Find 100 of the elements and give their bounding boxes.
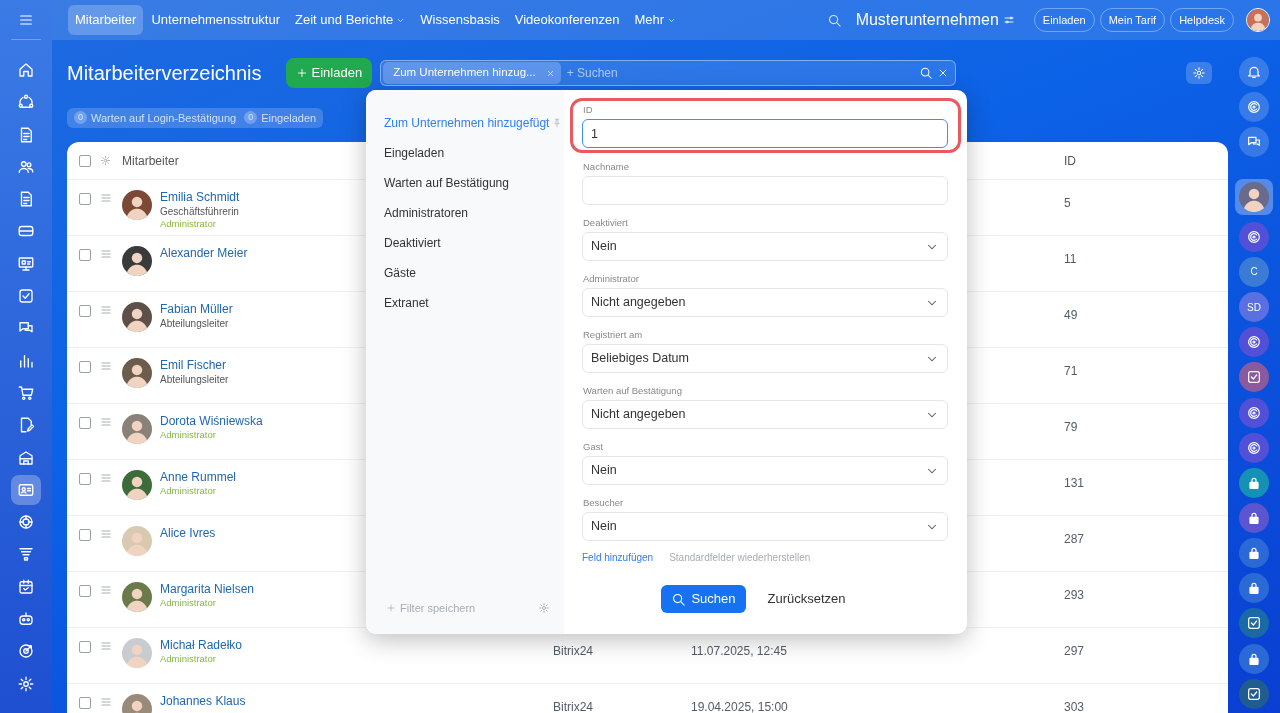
employee-name[interactable]: Alexander Meier — [160, 246, 248, 261]
reset-button[interactable]: Zurücksetzen — [761, 588, 852, 610]
swirl-icon[interactable] — [1239, 221, 1269, 252]
swirl-icon[interactable] — [1239, 397, 1269, 428]
table-cell-text: 5 — [1064, 195, 1072, 212]
drag-handle-icon[interactable] — [100, 472, 112, 484]
user-avatar[interactable] — [1246, 8, 1270, 32]
plus-icon[interactable] — [295, 67, 308, 79]
lock-icon[interactable] — [1239, 643, 1269, 674]
avatar — [122, 470, 152, 500]
avatar — [122, 582, 152, 612]
filter-preset[interactable]: Gäste — [384, 258, 564, 288]
drag-handle-icon[interactable] — [100, 248, 112, 260]
row-checkbox[interactable] — [79, 585, 91, 597]
employee-name[interactable]: Emil Fischer — [160, 358, 229, 373]
drag-handle-icon[interactable] — [100, 360, 112, 372]
counter-badge: 0 — [74, 111, 87, 125]
field-label: Warten auf Bestätigung — [583, 384, 683, 396]
employee-name[interactable]: Alice Ivres — [160, 526, 216, 541]
lock-icon[interactable] — [1239, 538, 1269, 569]
drag-handle-icon[interactable] — [100, 584, 112, 596]
row-checkbox[interactable] — [79, 417, 91, 429]
bell-icon[interactable] — [1239, 56, 1269, 87]
company-name[interactable]: Musterunternehmen — [855, 8, 999, 32]
close-icon[interactable] — [545, 68, 555, 78]
contact-card-icon[interactable] — [11, 474, 41, 505]
add-field-link[interactable]: Feld hinzufügen — [582, 550, 654, 565]
employee-name[interactable]: Johannes Klaus — [160, 694, 246, 709]
sidebar-avatar-item[interactable] — [1235, 179, 1273, 215]
row-checkbox[interactable] — [79, 361, 91, 373]
search-icon[interactable] — [671, 591, 687, 607]
lock-icon[interactable] — [1239, 502, 1269, 533]
employee-name[interactable]: Fabian Müller — [160, 302, 233, 317]
table-cell-text: 19.04.2025, 15:00 — [691, 699, 789, 713]
nav-tab[interactable]: Zeit und Berichte — [288, 5, 413, 35]
drag-handle-icon[interactable] — [100, 416, 112, 428]
drag-handle-icon[interactable] — [100, 696, 112, 708]
checkbox-icon[interactable] — [1239, 362, 1269, 393]
avatar — [122, 414, 152, 444]
swirl-icon[interactable] — [1239, 432, 1269, 463]
filter-preset[interactable]: Zum Unternehmen hinzugefügt — [384, 108, 564, 138]
employee-name[interactable]: Emilia Schmidt — [160, 190, 240, 205]
employee-name[interactable]: Margarita Nielsen — [160, 582, 255, 597]
role-label: Administrator — [160, 597, 217, 609]
nav-tab[interactable]: Mehr — [627, 5, 683, 35]
table-cell-text: 131 — [1064, 475, 1086, 492]
employee-name[interactable]: Michał Radełko — [160, 638, 243, 653]
search-icon[interactable] — [919, 66, 934, 80]
dropdown-field[interactable]: Nicht angegeben — [582, 288, 948, 317]
settings-button[interactable] — [1186, 62, 1212, 84]
row-checkbox[interactable] — [79, 473, 91, 485]
select-all-checkbox[interactable] — [79, 154, 91, 167]
gear-icon[interactable] — [1192, 66, 1206, 80]
nav-tab[interactable]: Unternehmensstruktur — [144, 5, 288, 35]
filter-preset[interactable]: Extranet — [384, 288, 564, 318]
nav-tab[interactable]: Videokonferenzen — [507, 5, 627, 35]
avatar — [122, 358, 152, 388]
search-icon[interactable] — [826, 12, 842, 28]
drag-handle-icon[interactable] — [100, 192, 112, 204]
row-checkbox[interactable] — [79, 529, 91, 541]
checkbox-icon[interactable] — [1239, 608, 1269, 639]
filter-preset[interactable]: Administratoren — [384, 198, 564, 228]
chat-avatar[interactable]: C — [1239, 256, 1269, 287]
drag-handle-icon[interactable] — [100, 640, 112, 652]
table-cell-text: 297 — [1064, 643, 1086, 660]
avatar — [1239, 182, 1269, 213]
search-button[interactable]: Suchen — [661, 585, 746, 613]
filter-preset[interactable]: Deaktiviert — [384, 228, 564, 258]
swirl-icon[interactable] — [1239, 327, 1269, 358]
table-cell-text: 11.07.2025, 12:45 — [691, 643, 788, 660]
chat-icon[interactable] — [1239, 127, 1269, 158]
dropdown-field[interactable]: Nein — [582, 232, 948, 261]
employee-name[interactable]: Dorota Wiśniewska — [160, 414, 263, 429]
table-cell-text: 79 — [1064, 419, 1079, 436]
row-checkbox[interactable] — [79, 249, 91, 261]
dropdown-field[interactable]: Beliebiges Datum — [582, 344, 948, 373]
lock-icon[interactable] — [1239, 467, 1269, 498]
checkbox-icon[interactable] — [1239, 678, 1269, 709]
field-label: Administrator — [583, 272, 640, 284]
dropdown-field[interactable]: Nein — [582, 512, 948, 541]
nav-tab[interactable]: Wissensbasis — [413, 5, 507, 35]
lock-icon[interactable] — [1239, 573, 1269, 604]
employee-name[interactable]: Anne Rummel — [160, 470, 237, 485]
dropdown-field[interactable]: Nicht angegeben — [582, 400, 948, 429]
ring-icon[interactable] — [1239, 91, 1269, 122]
drag-handle-icon[interactable] — [100, 528, 112, 540]
sliders-icon[interactable] — [1002, 14, 1015, 26]
row-checkbox[interactable] — [79, 641, 91, 653]
dropdown-field[interactable]: Nein — [582, 456, 948, 485]
avatar — [122, 302, 152, 332]
input-field[interactable]: 1 — [582, 119, 948, 148]
table-cell-text: 293 — [1064, 587, 1086, 604]
drag-handle-icon[interactable] — [100, 304, 112, 316]
input-field[interactable] — [582, 176, 948, 205]
filter-preset[interactable]: Eingeladen — [384, 138, 564, 168]
row-checkbox[interactable] — [79, 193, 91, 205]
filter-preset[interactable]: Warten auf Bestätigung — [384, 168, 564, 198]
chat-avatar[interactable]: SD — [1239, 292, 1269, 323]
row-checkbox[interactable] — [79, 305, 91, 317]
row-checkbox[interactable] — [79, 697, 91, 709]
